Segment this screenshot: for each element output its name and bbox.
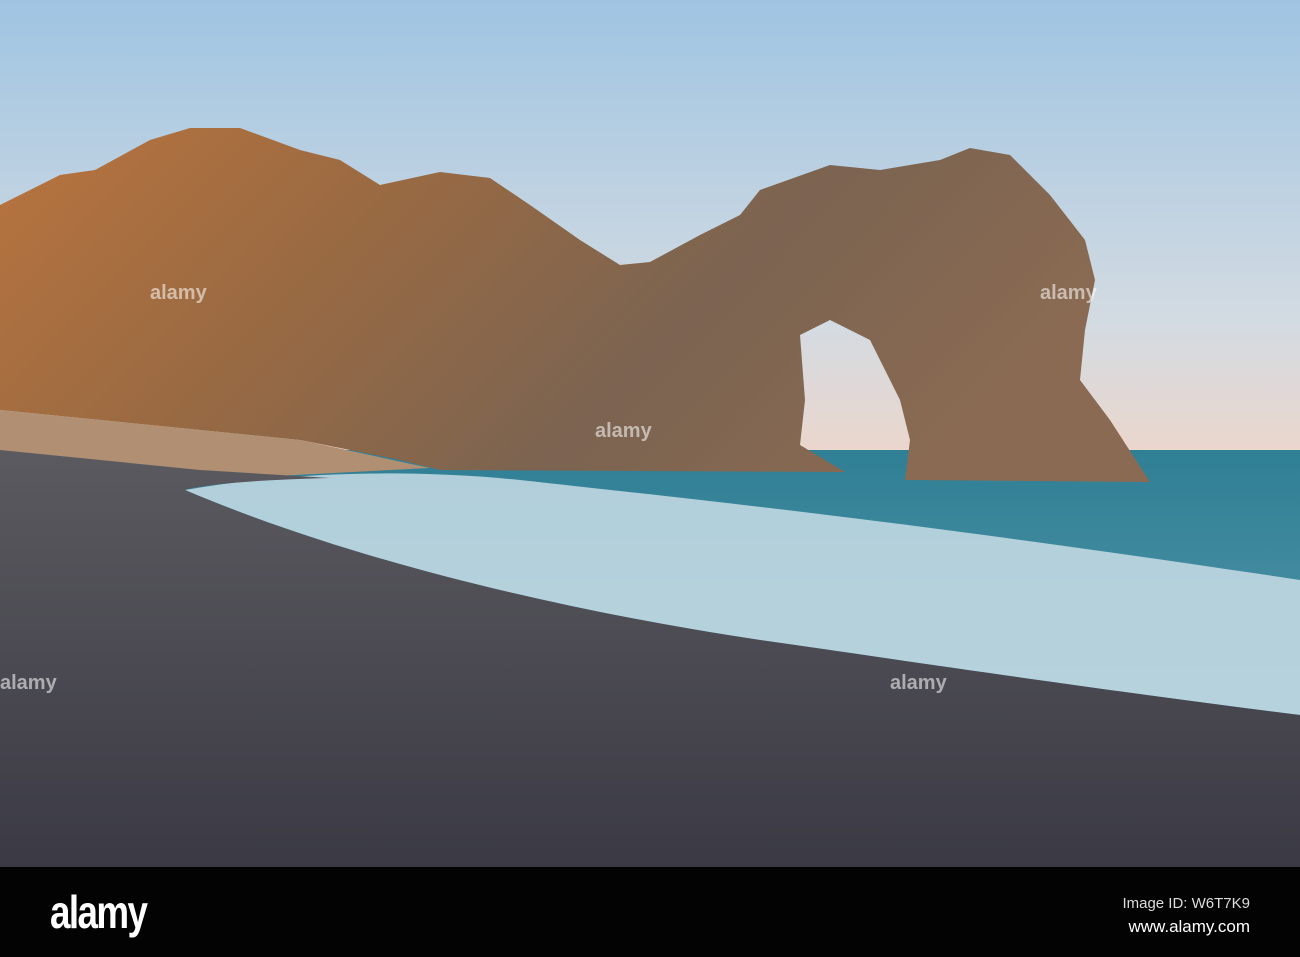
watermark: alamy: [595, 420, 652, 442]
stock-photo: alamy alamy alamy alamy alamy alamy Imag…: [0, 0, 1300, 957]
watermark: alamy: [1040, 282, 1097, 304]
alamy-logo: alamy: [50, 886, 148, 938]
watermark: alamy: [150, 282, 207, 304]
footer-bar: alamy Image ID: W6T7K9 www.alamy.com: [0, 867, 1300, 957]
image-id: Image ID: W6T7K9: [1122, 895, 1250, 912]
watermark: alamy: [890, 672, 947, 694]
website-link: www.alamy.com: [1128, 917, 1250, 936]
watermark: alamy: [0, 672, 57, 694]
